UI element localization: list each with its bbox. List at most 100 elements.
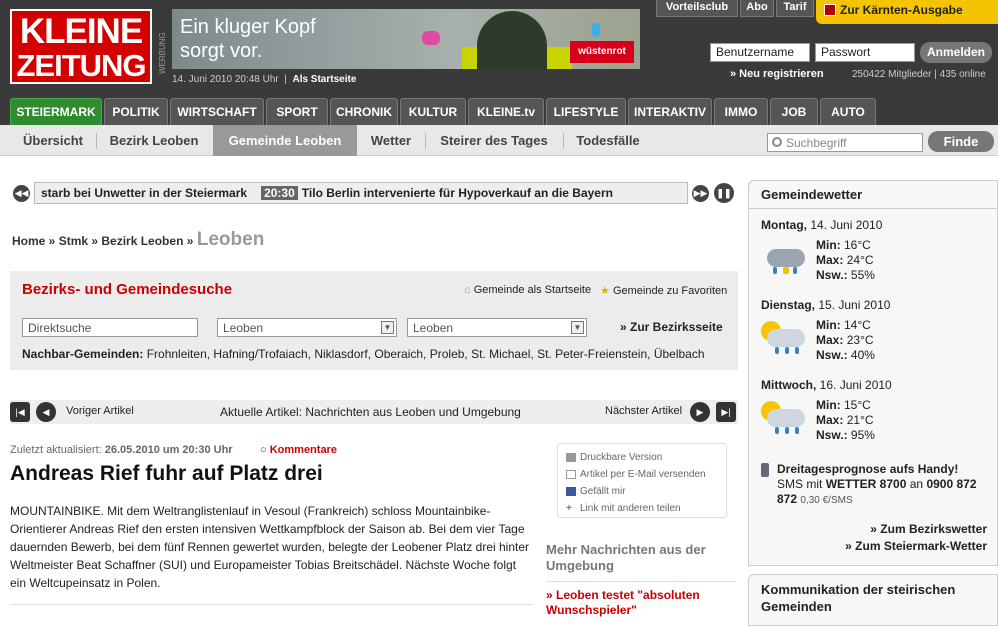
register-link[interactable]: » Neu registrieren [730, 68, 824, 80]
ticker-item[interactable]: starb bei Unwetter in der Steiermark [41, 186, 247, 200]
day-name: Mittwoch, [761, 378, 817, 392]
nsw-value: 55% [850, 268, 875, 282]
breadcrumb-stmk[interactable]: Stmk [59, 234, 88, 248]
pause-icon[interactable]: ❚❚ [714, 183, 734, 203]
weather-values: Min: 15°C Max: 21°C Nsw.: 95% [816, 398, 875, 443]
gemeindewetter-box: Gemeindewetter Montag, 14. Juni 2010 Min… [748, 180, 998, 566]
steiermark-wetter-link[interactable]: » Zum Steiermark-Wetter [845, 539, 987, 553]
tab-kultur[interactable]: KULTUR [400, 98, 466, 125]
max-value: 23°C [846, 333, 874, 347]
tarif-link[interactable]: Tarif [776, 0, 814, 17]
ticker-back-icon[interactable]: ◀◀ [13, 185, 30, 202]
subnav-gemeinde-leoben[interactable]: Gemeinde Leoben [213, 125, 357, 156]
bezirk-select[interactable]: Leoben ▼ [217, 318, 397, 337]
tab-immo[interactable]: IMMO [714, 98, 768, 125]
sms-code: WETTER 8700 [825, 477, 907, 491]
tab-lifestyle[interactable]: LIFESTYLE [546, 98, 626, 125]
min-value: 15°C [844, 398, 871, 412]
sms-promo[interactable]: Dreitagesprognose aufs Handy! SMS mit WE… [777, 462, 991, 508]
bezirksseite-link[interactable]: » Zur Bezirksseite [620, 320, 723, 334]
facebook-like-link[interactable]: Gefällt mir [566, 483, 718, 500]
password-field[interactable]: Passwort [815, 43, 915, 62]
subnav-uebersicht[interactable]: Übersicht [12, 125, 94, 156]
divider [425, 133, 426, 149]
tab-steiermark[interactable]: STEIERMARK [10, 98, 102, 125]
direktsuche-input[interactable]: Direktsuche [22, 318, 198, 337]
max-label: Max: [816, 253, 844, 267]
next-article-link[interactable]: Nächster Artikel [605, 405, 682, 417]
news-ticker[interactable]: starb bei Unwetter in der Steiermark 20:3… [34, 182, 688, 204]
tab-sport[interactable]: SPORT [266, 98, 328, 125]
min-label: Min: [816, 318, 841, 332]
login-button[interactable]: Anmelden [920, 42, 992, 63]
subnav-wetter[interactable]: Wetter [360, 125, 422, 156]
kaernten-edition-link[interactable]: Zur Kärnten-Ausgabe [816, 0, 998, 24]
werbung-label: WERBUNG [158, 32, 167, 74]
more-news-item[interactable]: » Leoben testet "absoluten Wunschspieler… [546, 588, 736, 618]
next-icon[interactable]: ▶ [690, 402, 710, 422]
set-startpage-link[interactable]: Als Startseite [292, 74, 356, 85]
nsw-value: 40% [850, 348, 875, 362]
plus-icon: + [566, 503, 572, 514]
max-value: 21°C [846, 413, 874, 427]
breadcrumb-home[interactable]: Home [12, 234, 45, 248]
divider [546, 581, 736, 582]
tab-chronik[interactable]: CHRONIK [330, 98, 398, 125]
article-tools: Druckbare Version Artikel per E-Mail ver… [557, 443, 727, 518]
tab-politik[interactable]: POLITIK [104, 98, 168, 125]
nachbar-label: Nachbar-Gemeinden: [22, 347, 144, 361]
print-label: Druckbare Version [580, 452, 663, 463]
previous-icon[interactable]: ◀ [36, 402, 56, 422]
share-link[interactable]: + Link mit anderen teilen [566, 500, 718, 517]
subnav-steirer-des-tages[interactable]: Steirer des Tages [428, 125, 560, 156]
ad-banner[interactable]: Ein kluger Kopf sorgt vor. wüstenrot [172, 9, 640, 69]
ticker-forward-icon[interactable]: ▶▶ [692, 185, 709, 202]
thunderstorm-icon [761, 239, 807, 275]
max-value: 24°C [846, 253, 874, 267]
tab-wirtschaft[interactable]: WIRTSCHAFT [170, 98, 264, 125]
nachbar-list[interactable]: Frohnleiten, Hafning/Trofaiach, Niklasdo… [147, 347, 705, 361]
previous-article-link[interactable]: Voriger Artikel [66, 405, 134, 417]
chevron-down-icon: ▼ [571, 321, 584, 334]
tab-auto[interactable]: AUTO [820, 98, 876, 125]
subnav-bezirk-leoben[interactable]: Bezirk Leoben [98, 125, 210, 156]
divider [10, 604, 532, 605]
tab-kleine-tv[interactable]: KLEINE.tv [468, 98, 544, 125]
email-label: Artikel per E-Mail versenden [580, 469, 706, 480]
more-news-title: Mehr Nachrichten aus der Umgebung [546, 542, 706, 573]
vorteilsclub-link[interactable]: Vorteilsclub [656, 0, 738, 17]
current-articles-label: Aktuelle Artikel: Nachrichten aus Leoben… [220, 405, 521, 419]
search-button[interactable]: Finde [928, 131, 994, 152]
nsw-label: Nsw.: [816, 348, 848, 362]
star-icon: ★ [600, 285, 610, 297]
last-article-icon[interactable]: ▶| [716, 402, 736, 422]
kleine-zeitung-logo[interactable]: KLEINE ZEITUNG [10, 9, 152, 84]
favoriten-link[interactable]: ★ Gemeinde zu Favoriten [600, 284, 727, 297]
first-article-icon[interactable]: |◀ [10, 402, 30, 422]
facebook-icon [566, 487, 576, 496]
comments-link[interactable]: ○ Kommentare [260, 444, 337, 456]
tab-interaktiv[interactable]: INTERAKTIV [628, 98, 712, 125]
like-label: Gefällt mir [580, 486, 626, 497]
search-input[interactable]: Suchbegriff [767, 133, 923, 152]
tab-job[interactable]: JOB [770, 98, 818, 125]
startseite-label: Gemeinde als Startseite [473, 284, 592, 296]
email-link[interactable]: Artikel per E-Mail versenden [566, 466, 718, 483]
sun-cloud-rain-icon [761, 399, 807, 435]
gemeinde-select[interactable]: Leoben ▼ [407, 318, 587, 337]
day-date: 15. Juni 2010 [818, 298, 891, 312]
breadcrumb-bezirk-leoben[interactable]: Bezirk Leoben [101, 234, 183, 248]
bezirkswetter-link[interactable]: » Zum Bezirkswetter [870, 522, 987, 536]
bezirk-select-value: Leoben [223, 321, 264, 335]
sun-cloud-rain-icon [761, 319, 807, 355]
startseite-link[interactable]: ⌂ Gemeinde als Startseite [464, 284, 591, 296]
sms-text: an [909, 477, 924, 491]
abo-link[interactable]: Abo [740, 0, 774, 17]
cyclist-image [477, 11, 547, 69]
day-date: 14. Juni 2010 [810, 218, 883, 232]
coat-of-arms-icon [824, 4, 836, 16]
subnav-todesfaelle[interactable]: Todesfälle [566, 125, 650, 156]
print-link[interactable]: Druckbare Version [566, 449, 718, 466]
username-field[interactable]: Benutzername [710, 43, 810, 62]
ticker-item[interactable]: Tilo Berlin intervenierte für Hypoverkau… [302, 186, 613, 200]
